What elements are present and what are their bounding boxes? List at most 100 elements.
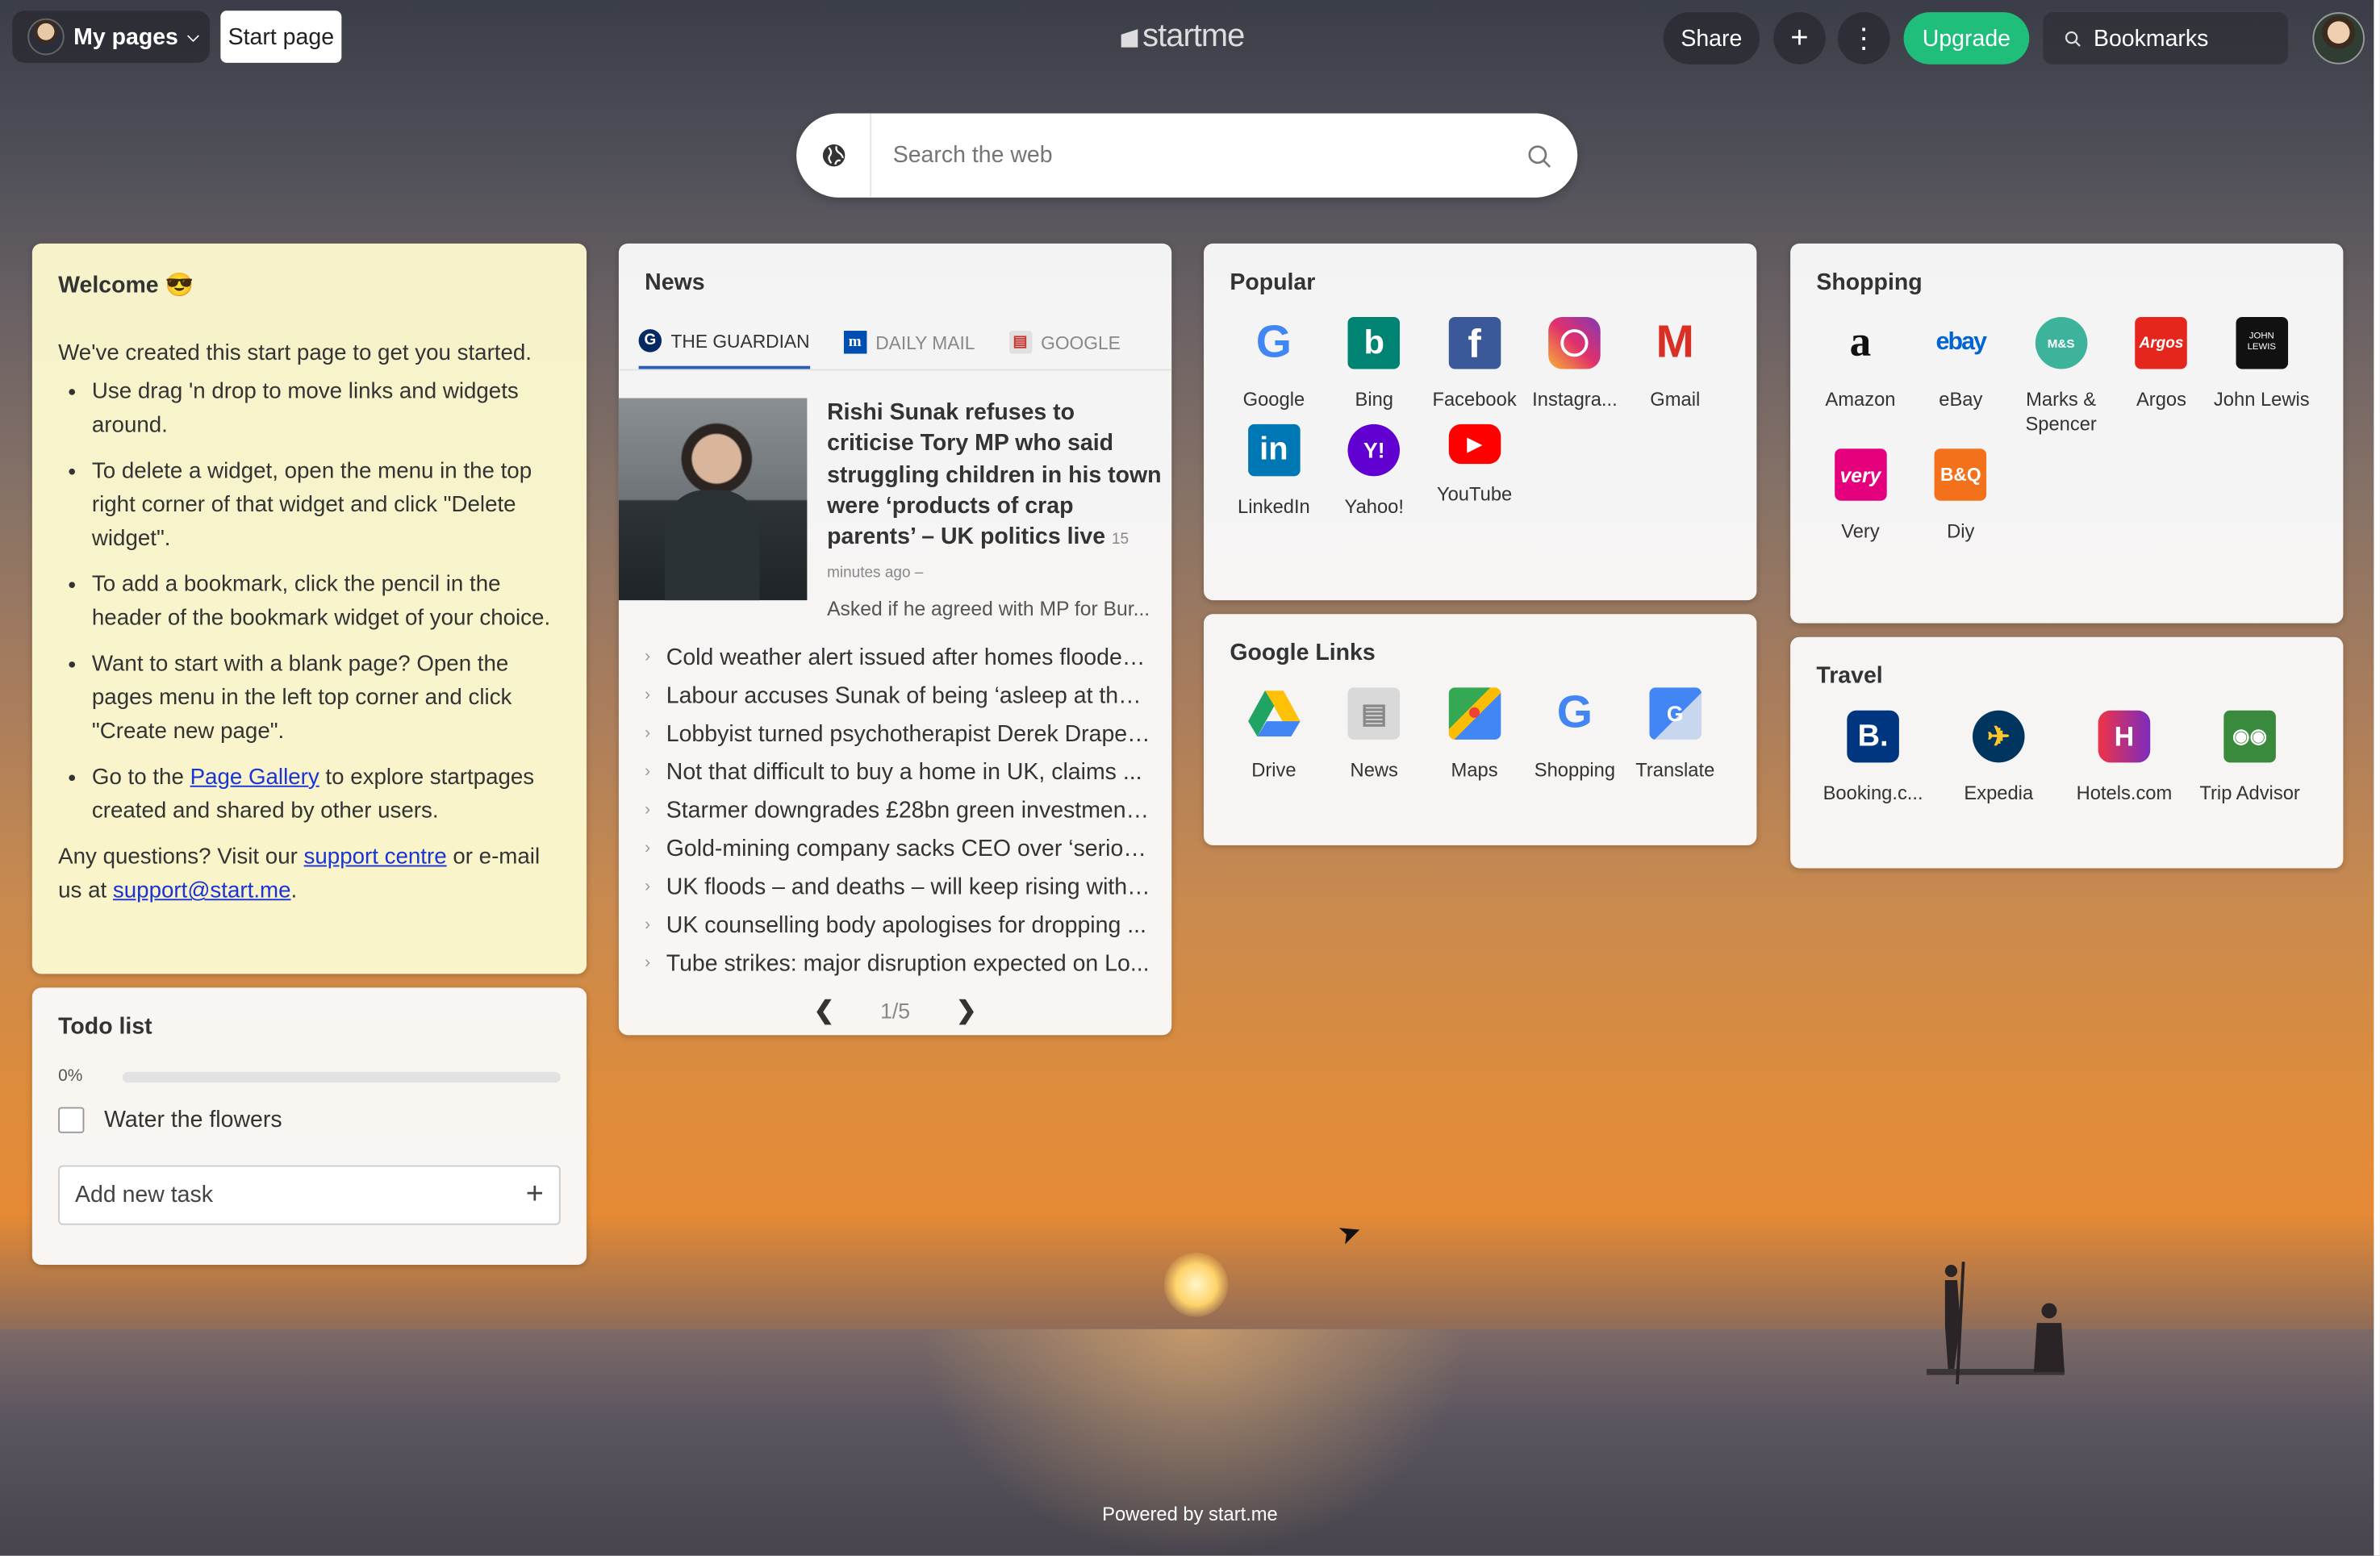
bookmarks-placeholder: Bookmarks (2093, 25, 2209, 52)
google-news-icon: ▤ (1008, 331, 1032, 354)
tab-daily-mail[interactable]: m DAILY MAIL (843, 329, 975, 369)
news-item[interactable]: › UK floods – and deaths – will keep risi… (619, 868, 1171, 906)
popular-widget: Popular G Google b Bing f Facebook Instagra… (1204, 243, 1757, 601)
chevron-right-icon: › (645, 724, 651, 744)
bookmark-argos[interactable]: Argos Argos (2111, 316, 2211, 436)
bookmark-diy[interactable]: B&Q Diy (1910, 448, 2010, 544)
welcome-tip: Use drag 'n drop to move links and widge… (92, 375, 561, 444)
chevron-right-icon: › (645, 648, 651, 667)
start-page-tab[interactable]: Start page (220, 10, 342, 63)
bing-icon: b (1347, 316, 1401, 369)
todo-title: Todo list (58, 1013, 152, 1040)
news-title: News (645, 269, 705, 296)
window-edge (2374, 0, 2380, 1556)
chevron-right-icon: › (645, 686, 651, 705)
bookmark-hotels[interactable]: H Hotels.com (2061, 710, 2187, 806)
chevron-right-icon: › (645, 762, 651, 782)
bookmark-facebook[interactable]: f Facebook (1424, 316, 1524, 412)
bookmark-very[interactable]: very Very (1810, 448, 1910, 544)
bookmark-john-lewis[interactable]: JOHN LEWIS John Lewis (2211, 316, 2311, 436)
tab-the-guardian[interactable]: G THE GUARDIAN (638, 329, 810, 369)
bookmark-yahoo[interactable]: Y! Yahoo! (1324, 423, 1424, 519)
task-checkbox[interactable] (58, 1107, 85, 1133)
welcome-tips: Use drag 'n drop to move links and widge… (58, 375, 561, 830)
my-pages-menu[interactable]: My pages ⌵ (12, 10, 211, 63)
plus-icon[interactable]: + (526, 1178, 544, 1213)
powered-by-footer[interactable]: Powered by start.me (0, 1504, 2380, 1525)
instagram-icon (1548, 316, 1601, 369)
bookmark-google[interactable]: G Google (1224, 317, 1324, 412)
bookmark-amazon[interactable]: a Amazon (1810, 317, 1910, 436)
previous-page-button[interactable]: ❮ (814, 995, 834, 1025)
progress-bar (122, 1070, 561, 1083)
linkedin-icon: in (1247, 423, 1301, 477)
news-item[interactable]: › Lobbyist turned psychotherapist Derek D… (619, 715, 1171, 753)
argos-icon: Argos (2135, 316, 2188, 369)
news-item[interactable]: › Cold weather alert issued after homes f… (619, 638, 1171, 676)
ebay-icon: ebay (1935, 329, 1987, 356)
bookmark-marks-spencer[interactable]: M&S Marks & Spencer (2010, 316, 2111, 436)
bookmark-youtube[interactable]: ▶ YouTube (1424, 423, 1524, 519)
travel-widget: Travel B. Booking.c... ✈ Expedia H Hotels.c… (1790, 636, 2344, 869)
user-avatar[interactable] (2312, 12, 2365, 65)
drive-icon (1247, 687, 1301, 740)
startme-logo[interactable]: startme (1121, 19, 1245, 56)
maps-icon: ● (1448, 687, 1501, 740)
bookmark-ebay[interactable]: ebay eBay (1910, 317, 2010, 436)
vertical-dots-icon: ⋮ (1850, 22, 1878, 53)
add-button[interactable]: + (1773, 12, 1826, 65)
welcome-title: Welcome 😎 (58, 272, 194, 299)
news-item[interactable]: › Gold-mining company sacks CEO over ‘ser… (619, 829, 1171, 867)
bookmark-expedia[interactable]: ✈ Expedia (1935, 710, 2061, 806)
bookmark-maps[interactable]: ● Maps (1424, 687, 1524, 782)
page-gallery-link[interactable]: Page Gallery (190, 765, 319, 790)
bookmark-drive[interactable]: Drive (1224, 687, 1324, 782)
mouse-cursor-icon: ➤ (1334, 1214, 1367, 1251)
support-email-link[interactable]: support@start.me (113, 879, 291, 903)
next-page-button[interactable]: ❯ (956, 995, 976, 1025)
sun (1163, 1252, 1229, 1317)
featured-headline: Rishi Sunak refuses to criticise Tory MP… (827, 399, 1162, 583)
news-item[interactable]: › UK counselling body apologises for drop… (619, 906, 1171, 944)
upgrade-button[interactable]: Upgrade (1903, 12, 2030, 65)
chevron-right-icon: › (645, 954, 651, 973)
featured-article[interactable]: Rishi Sunak refuses to criticise Tory MP… (618, 398, 1171, 619)
chevron-right-icon: › (645, 878, 651, 897)
search-submit-button[interactable] (1501, 143, 1577, 167)
progress-label: 0% (58, 1067, 83, 1086)
chevron-right-icon: › (645, 916, 651, 935)
bookmark-gmail[interactable]: M Gmail (1625, 317, 1725, 412)
page-indicator: 1/5 (880, 998, 911, 1023)
news-item[interactable]: › Tube strikes: major disruption expected… (619, 945, 1171, 982)
bookmark-trip-advisor[interactable]: ◉◉ Trip Advisor (2187, 710, 2313, 806)
bookmark-news[interactable]: ▤ News (1324, 687, 1424, 782)
task-label: Water the flowers (104, 1107, 282, 1133)
share-button[interactable]: Share (1663, 12, 1760, 65)
chevron-down-icon: ⌵ (187, 28, 199, 45)
news-tabs: G THE GUARDIAN m DAILY MAIL ▤ GOOGLE (618, 329, 1172, 371)
welcome-questions: Any questions? Visit our support centre … (58, 845, 541, 904)
bookmark-linkedin[interactable]: in LinkedIn (1224, 423, 1324, 519)
bookmark-bing[interactable]: b Bing (1324, 316, 1424, 412)
google-icon: G (1556, 687, 1593, 738)
tab-google[interactable]: ▤ GOOGLE (1008, 329, 1121, 369)
bookmark-booking[interactable]: B. Booking.c... (1810, 710, 1936, 806)
news-item[interactable]: › Labour accuses Sunak of being ‘asleep a… (619, 677, 1171, 715)
news-pager: ❮ 1/5 ❯ (619, 995, 1171, 1025)
welcome-tip: To add a bookmark, click the pencil in t… (92, 568, 561, 636)
bookmark-shopping[interactable]: G Shopping (1525, 687, 1625, 782)
bookmark-translate[interactable]: G Translate (1625, 687, 1725, 782)
welcome-intro: We've created this start page to get you… (58, 342, 532, 367)
bookmarks-search[interactable]: Bookmarks (2043, 12, 2289, 65)
news-item[interactable]: › Not that difficult to buy a home in UK,… (619, 753, 1171, 791)
support-centre-link[interactable]: support centre (304, 845, 447, 869)
add-task-placeholder: Add new task (75, 1182, 213, 1208)
search-input[interactable] (871, 123, 1501, 188)
add-task-input[interactable]: Add new task + (58, 1165, 561, 1225)
more-options-button[interactable]: ⋮ (1837, 12, 1890, 65)
bookmark-instagram[interactable]: Instagra... (1525, 316, 1625, 412)
shopping-title: Shopping (1816, 269, 1923, 296)
news-item[interactable]: › Starmer downgrades £28bn green investme… (619, 791, 1171, 829)
search-engine-selector[interactable] (796, 113, 872, 198)
my-pages-label: My pages (73, 23, 178, 50)
